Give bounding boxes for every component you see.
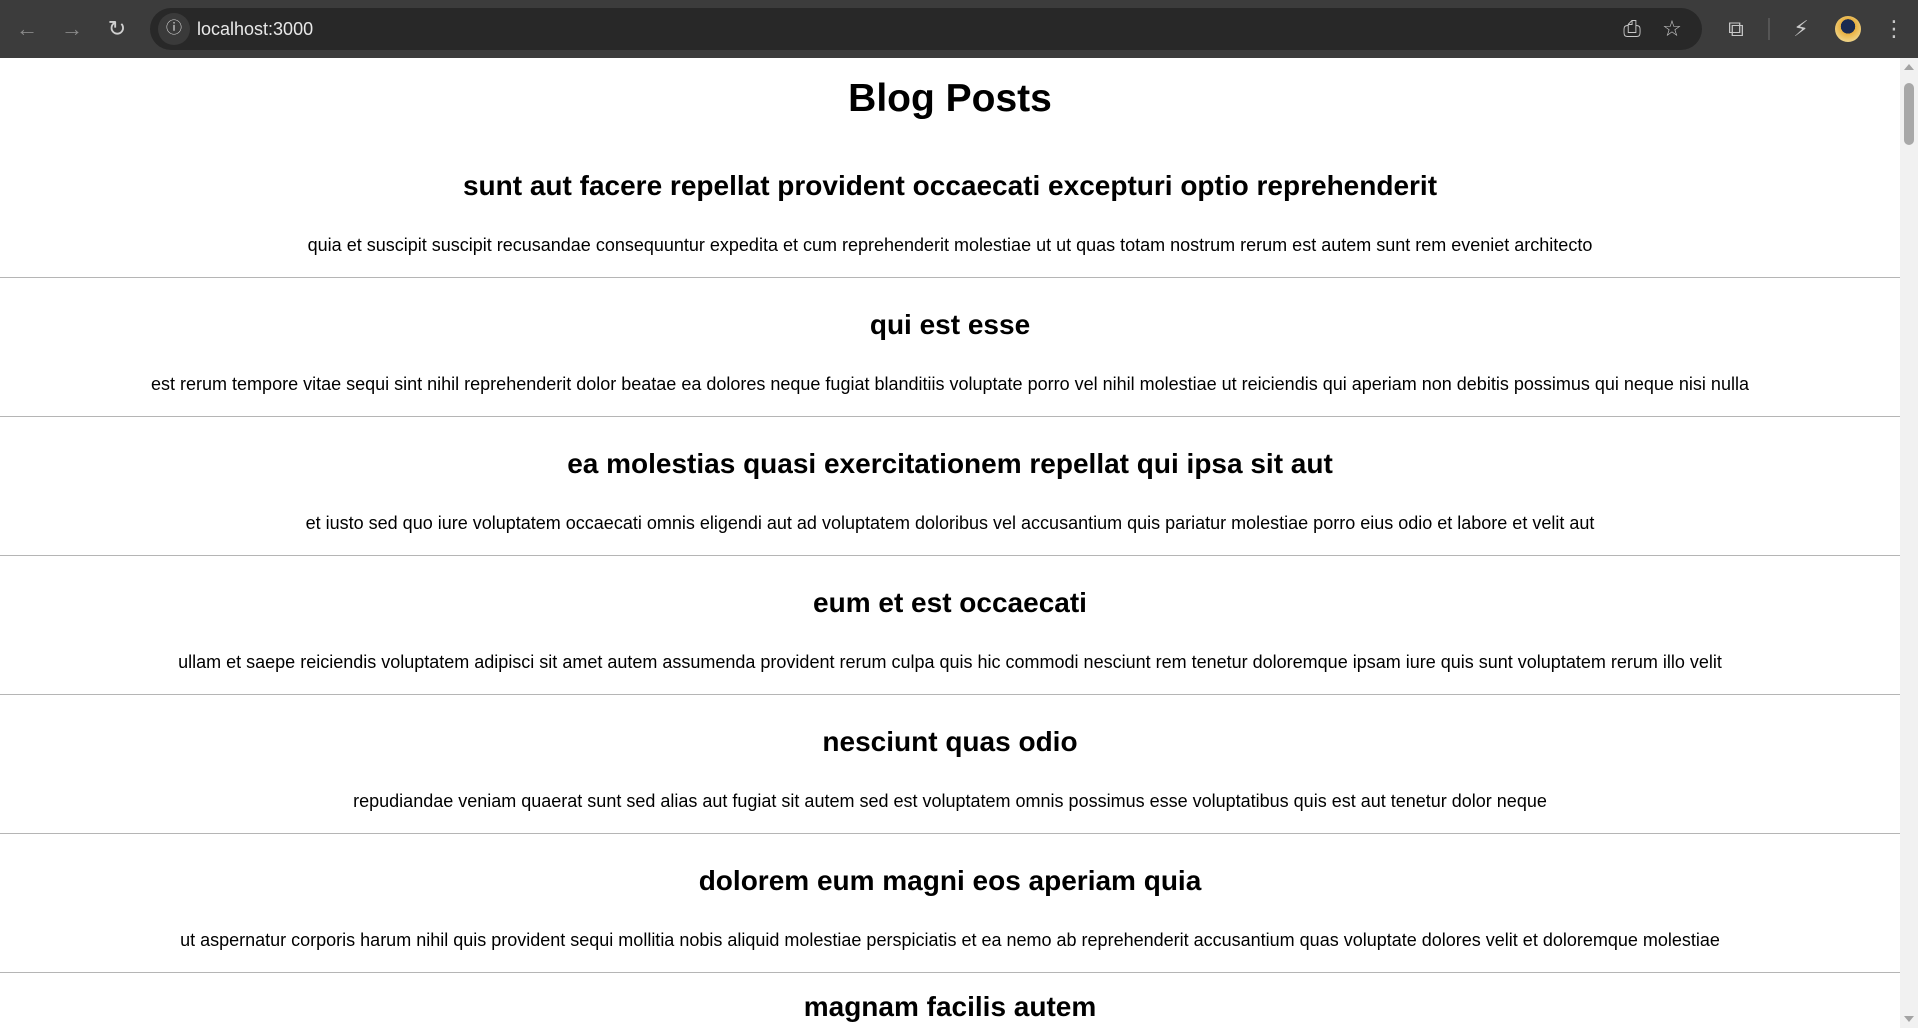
post-title: eum et est occaecati: [813, 587, 1087, 618]
back-arrow-icon[interactable]: ←: [14, 16, 40, 42]
post-title: ea molestias quasi exercitationem repell…: [567, 448, 1333, 479]
post-title: qui est esse: [869, 309, 1031, 340]
url-text[interactable]: localhost:3000: [197, 8, 313, 50]
extensions-puzzle-icon[interactable]: ⧉: [1722, 15, 1750, 43]
reload-icon[interactable]: ↻: [104, 16, 130, 42]
post-body: ut aspernatur corporis harum nihil quis …: [180, 930, 1720, 950]
post-item: nesciunt quas odio repudiandae veniam qua…: [0, 695, 1900, 834]
toolbar-divider: [1768, 18, 1770, 40]
address-bar[interactable]: ⓘ localhost:3000 ⎙ ☆: [150, 8, 1702, 50]
site-info-icon[interactable]: ⓘ: [158, 13, 190, 45]
scroll-up-arrow-icon[interactable]: [1904, 64, 1914, 70]
menu-kebab-icon[interactable]: ⋮: [1880, 15, 1908, 43]
post-title: sunt aut facere repellat provident occae…: [462, 170, 1438, 201]
performance-leaf-icon[interactable]: ⚡: [1787, 15, 1815, 43]
post-title: magnam facilis autem: [803, 991, 1097, 1022]
vertical-scrollbar[interactable]: [1900, 58, 1918, 1028]
posts-list: sunt aut facere repellat provident occae…: [0, 139, 1900, 1021]
page-content: Blog Posts sunt aut facere repellat prov…: [0, 58, 1900, 1021]
scrollbar-thumb[interactable]: [1904, 83, 1914, 145]
page-title: Blog Posts: [848, 77, 1052, 120]
profile-avatar[interactable]: [1835, 16, 1861, 42]
post-title: nesciunt quas odio: [822, 726, 1078, 757]
post-body: ullam et saepe reiciendis voluptatem adi…: [178, 652, 1722, 672]
post-item: dolorem eum magni eos aperiam quia ut asp…: [0, 834, 1900, 973]
post-body: et iusto sed quo iure voluptatem occaeca…: [305, 513, 1595, 533]
post-body: repudiandae veniam quaerat sunt sed alia…: [353, 791, 1547, 811]
install-app-icon[interactable]: ⎙: [1618, 15, 1646, 43]
post-item: magnam facilis autem: [0, 973, 1900, 1021]
post-title: dolorem eum magni eos aperiam quia: [698, 865, 1202, 896]
post-item: ea molestias quasi exercitationem repell…: [0, 417, 1900, 556]
scroll-down-arrow-icon[interactable]: [1904, 1016, 1914, 1022]
post-body: quia et suscipit suscipit recusandae con…: [307, 235, 1593, 255]
bookmark-star-icon[interactable]: ☆: [1658, 15, 1686, 43]
post-body: est rerum tempore vitae sequi sint nihil…: [151, 374, 1749, 394]
forward-arrow-icon[interactable]: →: [59, 16, 85, 42]
post-item: qui est esse est rerum tempore vitae sequ…: [0, 278, 1900, 417]
post-item: sunt aut facere repellat provident occae…: [0, 139, 1900, 278]
post-item: eum et est occaecati ullam et saepe reici…: [0, 556, 1900, 695]
browser-toolbar: ← → ↻ ⓘ localhost:3000 ⎙ ☆ ⧉ ⚡ ⋮: [0, 0, 1918, 58]
